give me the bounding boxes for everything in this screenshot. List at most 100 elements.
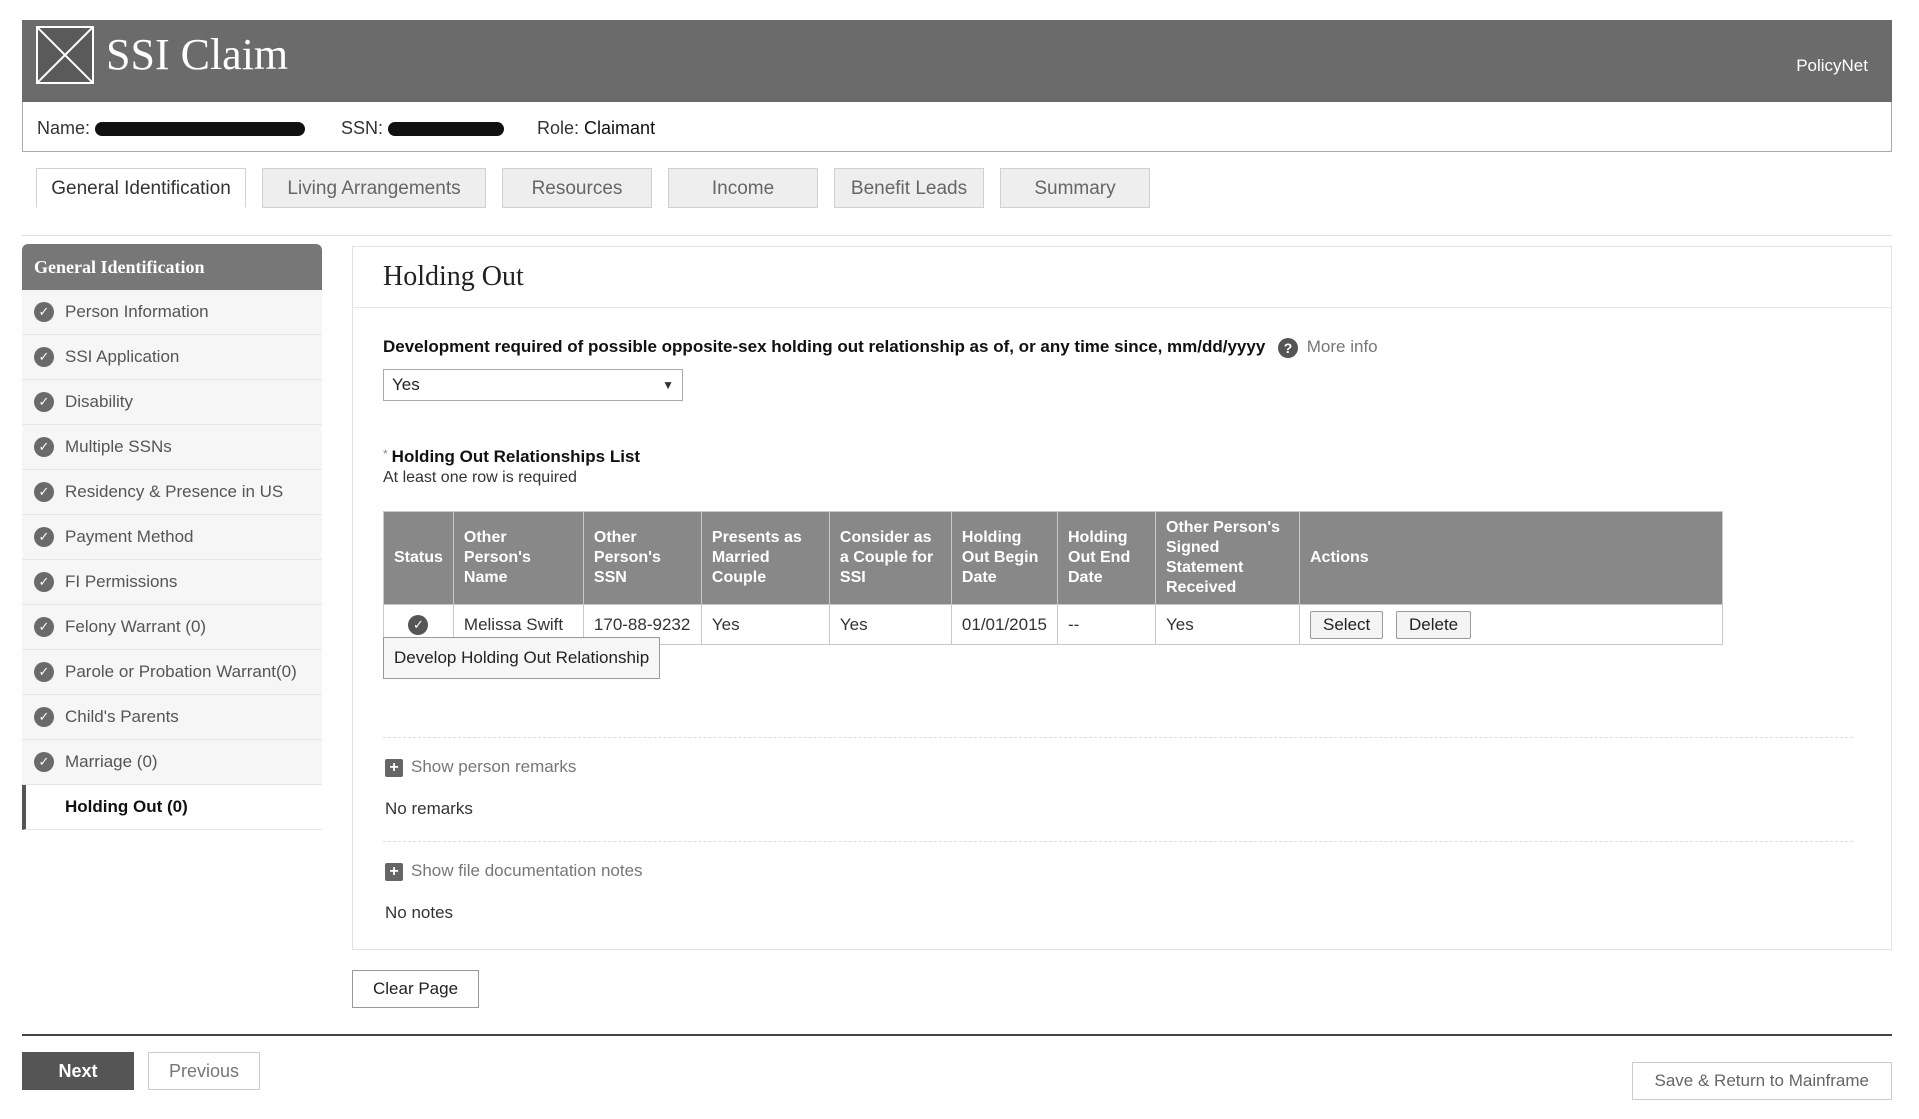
question-text: Development required of possible opposit… — [383, 337, 1266, 356]
check-circle-icon: ✓ — [34, 572, 54, 592]
sidebar-item-label: Residency & Presence in US — [65, 482, 284, 501]
page-title: Holding Out — [383, 261, 524, 292]
column-header-actions: Actions — [1299, 511, 1723, 605]
next-button[interactable]: Next — [22, 1052, 134, 1090]
sidebar-item-label: Payment Method — [65, 527, 194, 546]
sidebar-item-residency[interactable]: ✓ Residency & Presence in US — [22, 470, 322, 515]
check-circle-icon: ✓ — [34, 707, 54, 727]
column-header-status: Status — [383, 511, 454, 605]
sidebar-item-label: Person Information — [65, 302, 209, 321]
holding-out-table: Status Other Person's Name Other Person'… — [383, 511, 1723, 645]
sidebar-item-payment-method[interactable]: ✓ Payment Method — [22, 515, 322, 560]
development-required-select[interactable]: Yes ▼ — [383, 369, 683, 401]
table-header-row: Status Other Person's Name Other Person'… — [383, 511, 1723, 605]
relationships-list-title: * Holding Out Relationships List — [383, 447, 640, 467]
sidebar-item-holding-out[interactable]: Holding Out (0) — [22, 785, 322, 830]
sidebar-item-marriage[interactable]: ✓ Marriage (0) — [22, 740, 322, 785]
role-label: Role: — [537, 118, 580, 138]
sidebar-item-label: Child's Parents — [65, 707, 179, 726]
column-header-begin-date: Holding Out Begin Date — [950, 511, 1059, 605]
redacted-name — [95, 122, 306, 137]
sidebar-item-label: FI Permissions — [65, 572, 178, 591]
relationships-list-subtitle: At least one row is required — [383, 469, 577, 486]
list-title-text: Holding Out Relationships List — [391, 447, 641, 466]
app-frame: SSI Claim PolicyNet Name: SSN: Role: Cla… — [22, 20, 1892, 1110]
row-married: Yes — [700, 604, 830, 645]
delete-row-button[interactable]: Delete — [1395, 610, 1472, 639]
sidebar-item-multiple-ssns[interactable]: ✓ Multiple SSNs — [22, 425, 322, 470]
caret-down-icon: ▼ — [662, 378, 674, 392]
required-marker: * — [383, 447, 388, 461]
tab-general-identification[interactable]: General Identification — [36, 168, 246, 208]
sidebar-item-label: SSI Application — [65, 347, 180, 366]
app-title: SSI Claim — [106, 30, 289, 79]
name-info: Name: — [37, 118, 306, 139]
redacted-ssn — [388, 122, 505, 137]
app-header: SSI Claim PolicyNet — [22, 20, 1892, 104]
check-circle-icon: ✓ — [34, 302, 54, 322]
expand-plus-icon: + — [385, 758, 403, 777]
claimant-info-bar: Name: SSN: Role: Claimant — [22, 102, 1892, 152]
check-circle-icon: ✓ — [34, 752, 54, 772]
sidebar-item-fi-permissions[interactable]: ✓ FI Permissions — [22, 560, 322, 605]
select-row-button[interactable]: Select — [1310, 610, 1384, 639]
holding-out-question: Development required of possible opposit… — [383, 337, 1378, 358]
sidebar-item-disability[interactable]: ✓ Disability — [22, 380, 322, 425]
row-end-date: -- — [1057, 604, 1156, 645]
sidebar-item-label: Holding Out (0) — [65, 797, 188, 816]
check-circle-icon: ✓ — [34, 482, 54, 502]
title-divider — [353, 307, 1891, 308]
broken-image-icon — [36, 26, 94, 84]
sidebar-nav: General Identification ✓ Person Informati… — [22, 244, 322, 830]
file-notes-text: No notes — [385, 903, 454, 922]
sidebar-item-person-information[interactable]: ✓ Person Information — [22, 290, 322, 335]
ssn-info: SSN: — [341, 118, 505, 139]
sidebar-item-label: Marriage (0) — [65, 752, 158, 771]
check-circle-icon: ✓ — [34, 617, 54, 637]
tab-summary[interactable]: Summary — [1000, 168, 1150, 208]
tab-benefit-leads[interactable]: Benefit Leads — [834, 168, 984, 208]
help-icon[interactable]: ? — [1278, 337, 1299, 358]
brand-label: PolicyNet — [1796, 56, 1868, 75]
check-circle-icon: ✓ — [34, 347, 54, 367]
check-circle-icon: ✓ — [34, 392, 54, 412]
tab-living-arrangements[interactable]: Living Arrangements — [262, 168, 486, 208]
show-person-remarks-toggle[interactable]: + Show person remarks — [385, 757, 576, 777]
footer-divider — [22, 1034, 1892, 1036]
show-file-notes-toggle[interactable]: + Show file documentation notes — [385, 861, 643, 881]
section-divider — [383, 841, 1853, 842]
row-couple: Yes — [828, 604, 952, 645]
save-return-button[interactable]: Save & Return to Mainframe — [1631, 1062, 1892, 1100]
tabs-divider — [22, 235, 1892, 236]
sidebar-item-felony-warrant[interactable]: ✓ Felony Warrant (0) — [22, 605, 322, 650]
toggle-label: Show file documentation notes — [411, 861, 643, 880]
previous-button[interactable]: Previous — [148, 1052, 260, 1090]
toggle-label: Show person remarks — [411, 757, 577, 776]
row-begin-date: 01/01/2015 — [950, 604, 1059, 645]
sidebar-item-childs-parents[interactable]: ✓ Child's Parents — [22, 695, 322, 740]
sidebar-item-label: Disability — [65, 392, 134, 411]
sidebar-item-parole-probation[interactable]: ✓ Parole or Probation Warrant(0) — [22, 650, 322, 695]
name-label: Name: — [37, 118, 91, 138]
sidebar-item-label: Felony Warrant (0) — [65, 617, 207, 636]
role-value: Claimant — [584, 118, 656, 138]
more-info-link[interactable]: More info — [1307, 337, 1378, 356]
column-header-name: Other Person's Name — [452, 511, 584, 605]
section-divider — [383, 737, 1853, 738]
develop-holding-out-button[interactable]: Develop Holding Out Relationship — [383, 637, 661, 679]
column-header-couple: Consider as a Couple for SSI — [828, 511, 952, 605]
sidebar-item-label: Parole or Probation Warrant(0) — [65, 662, 297, 681]
tab-income[interactable]: Income — [668, 168, 818, 208]
tab-resources[interactable]: Resources — [502, 168, 652, 208]
column-header-end-date: Holding Out End Date — [1057, 511, 1156, 605]
check-circle-icon: ✓ — [34, 437, 54, 457]
select-value: Yes — [392, 375, 420, 394]
row-actions: Select Delete — [1299, 604, 1723, 645]
sidebar-item-label: Multiple SSNs — [65, 437, 172, 456]
column-header-married: Presents as Married Couple — [700, 511, 830, 605]
main-panel: Holding Out Development required of poss… — [352, 246, 1892, 950]
sidebar-item-ssi-application[interactable]: ✓ SSI Application — [22, 335, 322, 380]
person-remarks-text: No remarks — [385, 799, 473, 818]
clear-page-button[interactable]: Clear Page — [352, 970, 480, 1008]
check-circle-icon: ✓ — [34, 662, 54, 682]
